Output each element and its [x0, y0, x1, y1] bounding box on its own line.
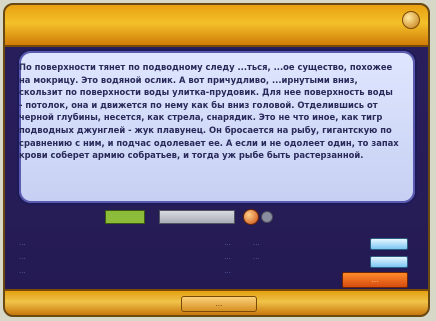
- close-button[interactable]: [402, 11, 420, 29]
- story-text: По поверхности тянет по подводному следу…: [19, 62, 399, 161]
- stat-value: ...: [224, 239, 231, 247]
- stat-label: ...: [19, 267, 26, 275]
- game-frame: По поверхности тянет по подводному следу…: [3, 3, 430, 317]
- controls-row: [105, 209, 365, 225]
- stat-row: ... ...: [19, 236, 231, 250]
- top-bar: [5, 5, 428, 47]
- stat-label: ...: [19, 239, 26, 247]
- progress-bar: [159, 210, 235, 224]
- blue-button[interactable]: [370, 256, 408, 268]
- orange-indicator[interactable]: [243, 209, 259, 225]
- stat-row: ... ...: [19, 264, 231, 278]
- stat-value: ...: [224, 267, 231, 275]
- bottom-button[interactable]: ...: [181, 296, 257, 312]
- stat-label: ...: [19, 253, 26, 261]
- stats-left: ... ... ... ... ... ...: [19, 236, 231, 278]
- bottom-bar: ...: [5, 289, 428, 315]
- orange-button-label: ...: [371, 276, 379, 284]
- gray-indicator: [261, 211, 273, 223]
- blue-button[interactable]: [370, 238, 408, 250]
- stat-value: ...: [224, 253, 231, 261]
- orange-button[interactable]: ...: [342, 272, 408, 288]
- stat-row: ... ...: [19, 250, 231, 264]
- green-button[interactable]: [105, 210, 145, 224]
